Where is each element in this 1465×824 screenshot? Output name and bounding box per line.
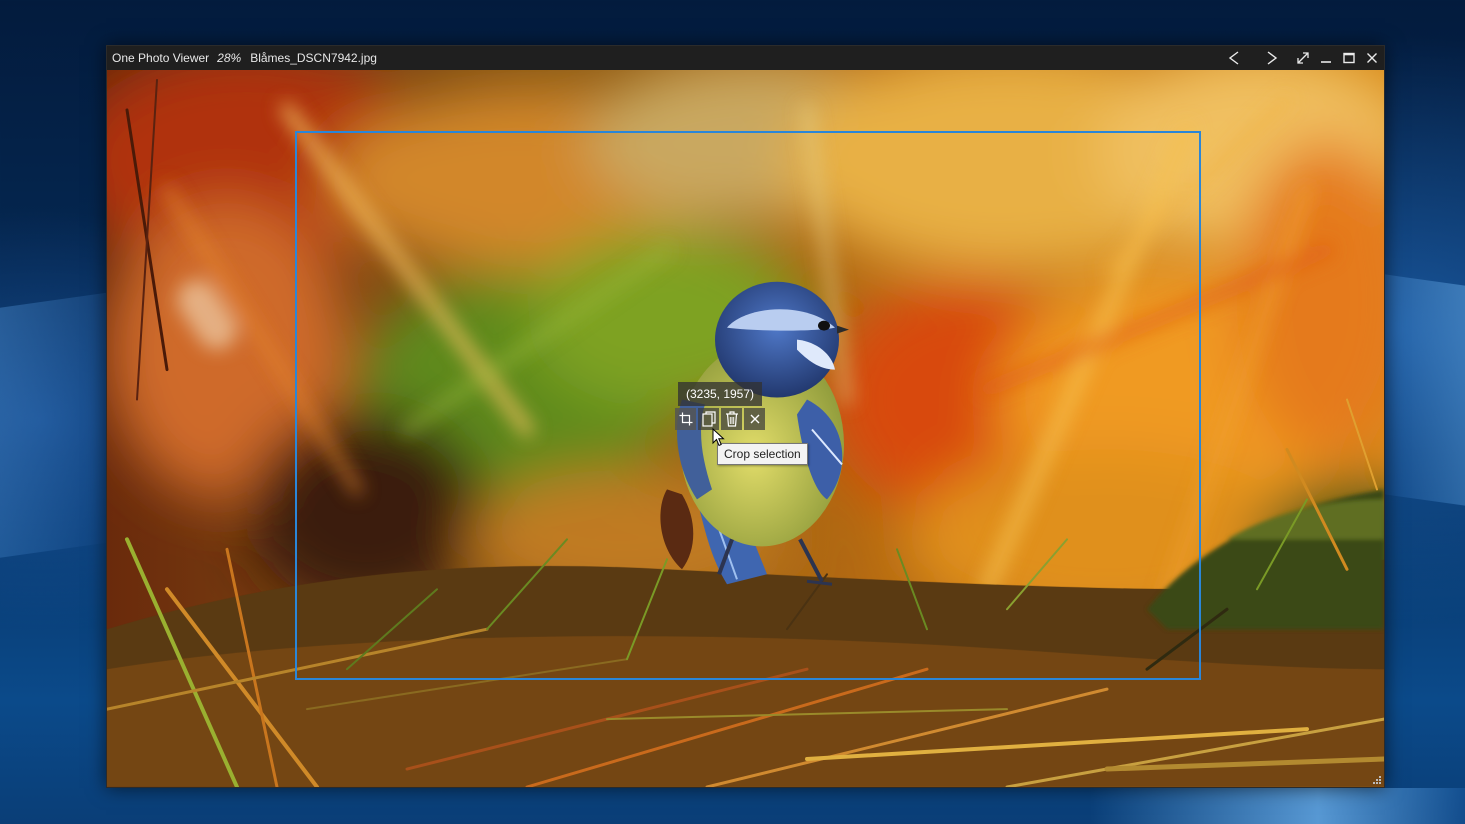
crop-icon xyxy=(679,412,692,426)
photo-viewer-window: One Photo Viewer 28% Blåmes_DSCN7942.jpg xyxy=(106,45,1385,788)
copy-icon xyxy=(701,411,716,427)
desktop-light-streak xyxy=(1385,274,1465,506)
desktop-light-streak xyxy=(1090,788,1465,824)
maximize-icon xyxy=(1343,52,1355,64)
mouse-cursor-icon xyxy=(712,428,725,447)
close-button[interactable] xyxy=(1360,46,1384,70)
close-icon xyxy=(1367,53,1377,63)
delete-selection-button[interactable] xyxy=(721,408,742,430)
window-controls xyxy=(1216,46,1384,70)
clear-selection-button[interactable] xyxy=(744,408,765,430)
selection-coordinates: (3235, 1957) xyxy=(678,382,762,406)
next-icon xyxy=(1267,51,1278,65)
next-button[interactable] xyxy=(1252,46,1292,70)
selection-actions xyxy=(675,407,795,431)
title-bar[interactable]: One Photo Viewer 28% Blåmes_DSCN7942.jpg xyxy=(107,46,1384,70)
fullscreen-icon xyxy=(1297,52,1309,64)
image-canvas[interactable]: (3235, 1957) Crop selection xyxy=(107,70,1384,787)
fullscreen-button[interactable] xyxy=(1292,46,1314,70)
delete-icon xyxy=(725,411,738,427)
copy-selection-button[interactable] xyxy=(698,408,719,430)
minimize-button[interactable] xyxy=(1314,46,1338,70)
file-name: Blåmes_DSCN7942.jpg xyxy=(250,51,377,65)
app-name: One Photo Viewer xyxy=(112,51,210,65)
close-icon xyxy=(750,414,759,424)
maximize-button[interactable] xyxy=(1338,46,1360,70)
desktop-light-streak xyxy=(0,292,110,558)
previous-button[interactable] xyxy=(1216,46,1252,70)
tooltip: Crop selection xyxy=(717,443,808,465)
previous-icon xyxy=(1228,51,1239,65)
crop-selection-button[interactable] xyxy=(675,408,696,430)
resize-grip-icon[interactable] xyxy=(1372,775,1382,785)
minimize-icon xyxy=(1321,61,1331,63)
zoom-level: 28% xyxy=(217,51,242,65)
